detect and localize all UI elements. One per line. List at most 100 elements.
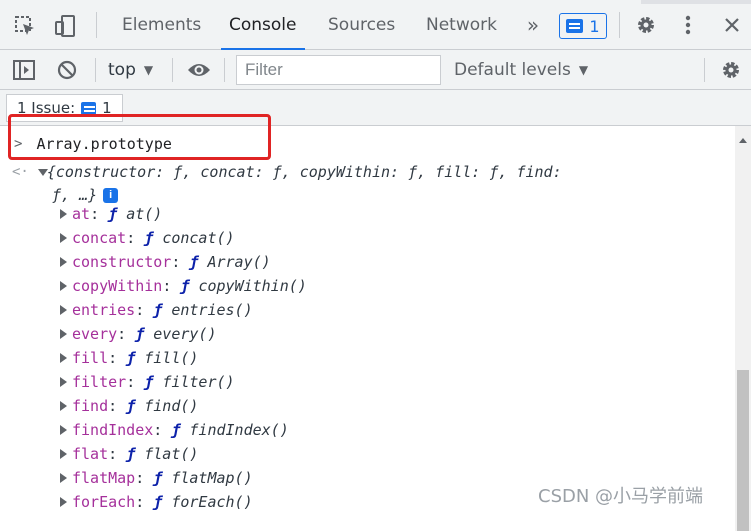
function-signature: every(): [153, 325, 217, 343]
highlight-box: [8, 114, 271, 160]
tab-elements[interactable]: Elements: [122, 0, 201, 50]
scroll-up-arrow-icon[interactable]: [739, 138, 747, 143]
property-row[interactable]: fill: ƒ fill(): [60, 346, 198, 370]
expand-triangle-right-icon[interactable]: [60, 425, 67, 435]
caret-down-icon: ▼: [143, 63, 154, 77]
log-levels-dropdown[interactable]: Default levels ▼: [454, 50, 588, 90]
sidebar-toggle-icon[interactable]: [12, 59, 36, 81]
toolbar-divider: [172, 58, 173, 82]
property-row[interactable]: at: ƒ at(): [60, 202, 162, 226]
colon-separator: :: [162, 277, 181, 295]
function-keyword: ƒ: [171, 421, 181, 439]
property-key: constructor: [72, 253, 172, 271]
expand-triangle-down-icon[interactable]: [38, 169, 48, 176]
console-settings-gear-icon[interactable]: [720, 59, 742, 81]
expand-triangle-right-icon[interactable]: [60, 497, 67, 507]
console-result-row[interactable]: <· {constructor: ƒ, concat: ƒ, copyWithi…: [12, 160, 562, 184]
toolbar-divider: [224, 58, 225, 82]
property-row[interactable]: find: ƒ find(): [60, 394, 198, 418]
colon-separator: :: [117, 325, 136, 343]
expand-triangle-right-icon[interactable]: [60, 233, 67, 243]
property-key: flatMap: [72, 469, 136, 487]
colon-separator: :: [171, 253, 190, 271]
property-row[interactable]: entries: ƒ entries(): [60, 298, 253, 322]
toolbar-divider: [704, 58, 705, 82]
property-row[interactable]: findIndex: ƒ findIndex(): [60, 418, 289, 442]
colon-separator: :: [153, 421, 172, 439]
property-key: every: [72, 325, 118, 343]
function-keyword: ƒ: [180, 277, 190, 295]
property-row[interactable]: copyWithin: ƒ copyWithin(): [60, 274, 307, 298]
issues-badge-count: 1: [589, 16, 600, 36]
issues-badge-button[interactable]: 1: [559, 13, 607, 39]
function-keyword: ƒ: [108, 205, 118, 223]
property-key: at: [72, 205, 91, 223]
device-toolbar-icon[interactable]: [53, 14, 77, 38]
scrollbar-thumb[interactable]: [737, 370, 749, 531]
inspect-element-icon[interactable]: [14, 15, 36, 37]
property-row[interactable]: flat: ƒ flat(): [60, 442, 198, 466]
expand-triangle-right-icon[interactable]: [60, 281, 67, 291]
function-keyword: ƒ: [126, 445, 136, 463]
property-row[interactable]: filter: ƒ filter(): [60, 370, 235, 394]
more-tabs-chevron-icon[interactable]: »: [522, 13, 544, 37]
toolbar-divider: [619, 12, 620, 38]
info-icon[interactable]: i: [103, 187, 119, 203]
function-keyword: ƒ: [153, 493, 163, 511]
property-row[interactable]: constructor: ƒ Array(): [60, 250, 271, 274]
colon-separator: :: [135, 493, 154, 511]
colon-separator: :: [108, 397, 127, 415]
kebab-menu-icon[interactable]: [680, 14, 696, 36]
close-icon[interactable]: [722, 15, 742, 35]
gear-icon[interactable]: [635, 14, 657, 36]
function-keyword: ƒ: [153, 301, 163, 319]
property-key: findIndex: [72, 421, 154, 439]
expand-triangle-right-icon[interactable]: [60, 401, 67, 411]
console-output[interactable]: > Array.prototype <· {constructor: ƒ, co…: [0, 114, 735, 531]
colon-separator: :: [90, 205, 109, 223]
property-row[interactable]: flatMap: ƒ flatMap(): [60, 466, 253, 490]
expand-triangle-right-icon[interactable]: [60, 449, 67, 459]
expand-triangle-right-icon[interactable]: [60, 473, 67, 483]
tab-label: Network: [426, 15, 497, 35]
result-arrow-icon: <·: [12, 164, 29, 180]
colon-separator: :: [135, 469, 154, 487]
function-signature: find(): [144, 397, 199, 415]
tab-label: Elements: [122, 15, 202, 35]
tab-network[interactable]: Network: [426, 0, 497, 50]
property-row[interactable]: every: ƒ every(): [60, 322, 217, 346]
filter-placeholder: Filter: [245, 60, 283, 79]
colon-separator: :: [108, 445, 127, 463]
property-key: filter: [72, 373, 127, 391]
scrollbar[interactable]: [735, 126, 751, 531]
property-row[interactable]: concat: ƒ concat(): [60, 226, 235, 250]
filter-input[interactable]: Filter: [236, 55, 441, 85]
devtools-tab-bar: Elements Console Sources Network » 1: [0, 0, 751, 50]
object-preview-text: {constructor: ƒ, concat: ƒ, copyWithin: …: [46, 163, 562, 181]
expand-triangle-right-icon[interactable]: [60, 209, 67, 219]
tab-console[interactable]: Console: [221, 0, 304, 50]
expand-triangle-right-icon[interactable]: [60, 353, 67, 363]
tab-sources[interactable]: Sources: [328, 0, 395, 50]
expand-triangle-right-icon[interactable]: [60, 257, 67, 267]
function-signature: filter(): [162, 373, 235, 391]
function-signature: flatMap(): [171, 469, 253, 487]
clear-console-icon[interactable]: [56, 59, 78, 81]
context-selector[interactable]: top ▼: [108, 50, 153, 90]
function-keyword: ƒ: [135, 325, 145, 343]
colon-separator: :: [126, 229, 145, 247]
expand-triangle-right-icon[interactable]: [60, 305, 67, 315]
property-key: find: [72, 397, 109, 415]
expand-triangle-right-icon[interactable]: [60, 377, 67, 387]
function-keyword: ƒ: [126, 349, 136, 367]
expand-triangle-right-icon[interactable]: [60, 329, 67, 339]
tab-label: Console: [229, 15, 297, 35]
eye-icon[interactable]: [186, 59, 212, 81]
property-row[interactable]: forEach: ƒ forEach(): [60, 490, 253, 514]
